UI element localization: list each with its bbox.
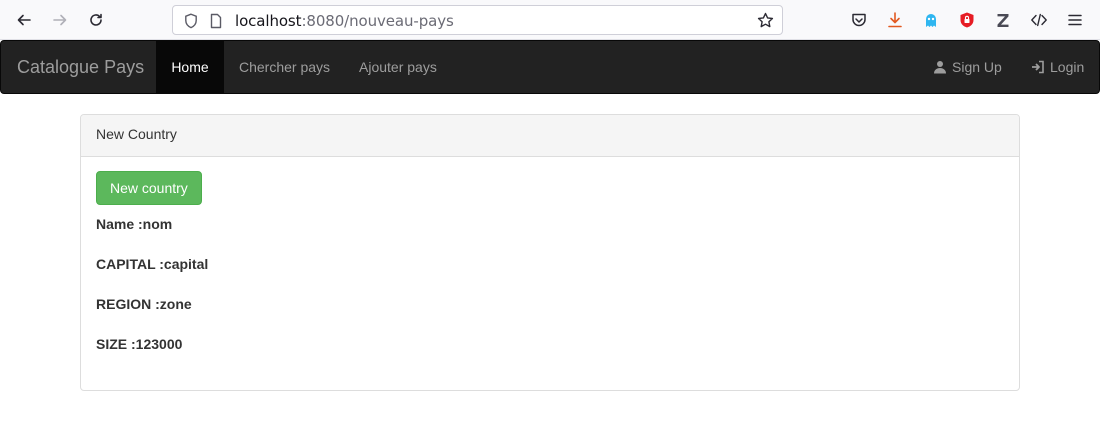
reload-icon (90, 13, 102, 26)
pocket-icon[interactable] (849, 10, 869, 30)
nav-item-ajouter-pays[interactable]: Ajouter pays (359, 41, 437, 93)
nav-item-sign-up[interactable]: Sign Up (933, 41, 1002, 93)
nav-item-home[interactable]: Home (156, 41, 224, 93)
navbar-brand[interactable]: Catalogue Pays (17, 57, 144, 78)
reload-button[interactable] (84, 8, 108, 32)
browser-toolbar: localhost:8080/nouveau-pays (0, 0, 1100, 40)
field-size: SIZE :123000 (96, 336, 183, 352)
navbar: Catalogue Pays Home Chercher pays Ajoute… (0, 40, 1100, 94)
nav-item-label: Home (171, 59, 209, 75)
new-country-panel: New Country New country Name :nom CAPITA… (80, 114, 1020, 391)
nav-item-chercher-pays[interactable]: Chercher pays (239, 41, 330, 93)
nav-item-label: Login (1050, 59, 1085, 75)
download-icon[interactable] (885, 10, 905, 30)
back-button[interactable] (12, 8, 36, 32)
field-name: Name :nom (96, 216, 173, 232)
arrow-right-icon (53, 14, 67, 26)
forward-button[interactable] (48, 8, 72, 32)
url-bar[interactable]: localhost:8080/nouveau-pays (172, 5, 783, 35)
page-icon (210, 13, 222, 29)
zotero-icon[interactable] (993, 10, 1013, 30)
nav-item-label: Ajouter pays (359, 59, 437, 75)
user-icon (933, 60, 947, 74)
arrow-left-icon (17, 14, 31, 26)
field-capital: CAPITAL :capital (96, 256, 209, 272)
ghost-extension-icon[interactable] (921, 10, 941, 30)
url-path: :8080/nouveau-pays (301, 12, 454, 30)
field-region: REGION :zone (96, 296, 192, 312)
url-host: localhost (235, 12, 302, 30)
shield-extension-icon[interactable] (957, 10, 977, 30)
bookmark-star-icon[interactable] (757, 12, 774, 29)
menu-icon[interactable] (1065, 10, 1085, 30)
url-text: localhost:8080/nouveau-pays (235, 12, 454, 30)
shield-icon (185, 13, 197, 29)
nav-item-login[interactable]: Login (1031, 41, 1084, 93)
panel-heading: New Country (81, 115, 1019, 157)
nav-item-label: Chercher pays (239, 59, 331, 75)
new-country-button[interactable]: New country (96, 171, 202, 205)
login-icon (1031, 60, 1045, 74)
nav-item-label: Sign Up (952, 59, 1002, 75)
devtools-icon[interactable] (1029, 10, 1049, 30)
